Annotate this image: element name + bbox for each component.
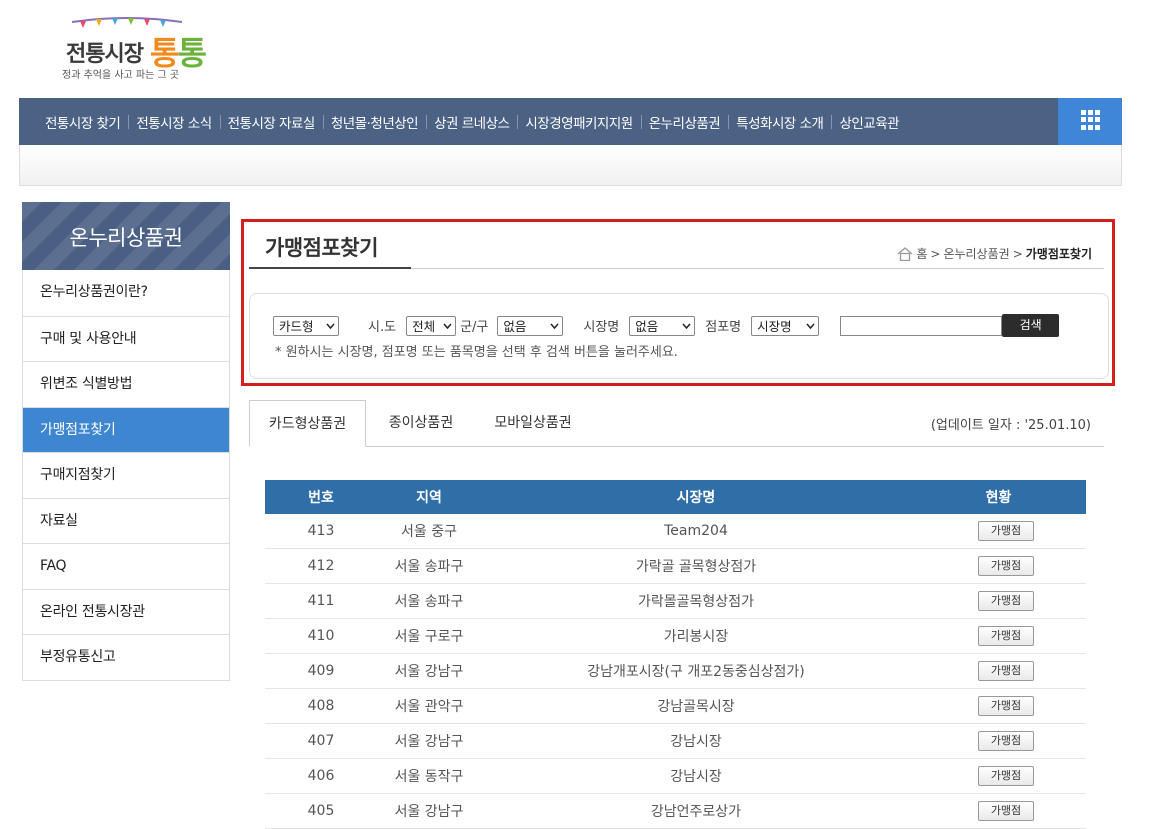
column-header-number: 번호	[308, 490, 334, 506]
cell-number: 407	[307, 733, 335, 749]
cell-region: 서울 구로구	[394, 629, 464, 645]
table-row: 410 서울 구로구 가리봉시장 가맹점	[265, 619, 1086, 654]
side-item-online-market[interactable]: 온라인 전통시장관	[23, 588, 229, 635]
cell-market: 강남골목시장	[657, 699, 735, 715]
cell-region: 서울 강남구	[394, 734, 464, 750]
member-store-button[interactable]: 가맹점	[978, 626, 1034, 646]
gnb-item-market-archive[interactable]: 전통시장 자료실	[219, 112, 323, 132]
table-row: 408 서울 관악구 강남골목시장 가맹점	[265, 689, 1086, 724]
member-store-button[interactable]: 가맹점	[978, 801, 1034, 821]
cell-region: 서울 동작구	[394, 769, 464, 785]
column-header-status: 현황	[985, 490, 1012, 506]
cell-number: 406	[307, 768, 335, 784]
logo-text: 전통시장	[66, 42, 144, 67]
cell-region: 서울 강남구	[394, 804, 464, 820]
side-item-store-search[interactable]: 가맹점포찾기	[23, 406, 229, 452]
cell-region: 서울 강남구	[394, 664, 464, 680]
gnb-item-youth-mall[interactable]: 청년몰·청년상인	[322, 112, 426, 132]
cell-region: 서울 중구	[401, 524, 457, 540]
voucher-tabs: 카드형상품권 종이상품권 모바일상품권 (업데이트 일자 : '25.01.10…	[249, 400, 1104, 447]
member-store-button[interactable]: 가맹점	[978, 731, 1034, 751]
table-row: 411 서울 송파구 가락몰골목형상점가 가맹점	[265, 584, 1086, 619]
cell-region: 서울 관악구	[394, 699, 464, 715]
main-navigation: 전통시장 찾기 전통시장 소식 전통시장 자료실 청년몰·청년상인 상권 르네상…	[19, 98, 1122, 145]
side-item-branch-search[interactable]: 구매지점찾기	[23, 452, 229, 498]
gnb-item-merchant-education[interactable]: 상인교육관	[831, 112, 907, 132]
side-item-counterfeit[interactable]: 위변조 식별방법	[23, 361, 229, 407]
member-store-button[interactable]: 가맹점	[978, 661, 1034, 681]
cell-market: Team204	[664, 523, 728, 539]
cell-market: 강남시장	[670, 734, 722, 750]
cell-market: 가리봉시장	[663, 629, 729, 645]
gnb-item-market-search[interactable]: 전통시장 찾기	[37, 112, 128, 132]
table-row: 409 서울 강남구 강남개포시장(구 개포2동중심상점가) 가맹점	[265, 654, 1086, 689]
cell-number: 413	[307, 523, 335, 539]
cell-region: 서울 송파구	[394, 559, 464, 575]
table-row: 413 서울 중구 Team204 가맹점	[265, 514, 1086, 549]
side-item-about[interactable]: 온누리상품권이란?	[23, 270, 229, 316]
tab-paper-voucher[interactable]: 종이상품권	[371, 400, 471, 447]
column-header-region: 지역	[416, 490, 442, 506]
highlight-box	[241, 219, 1115, 386]
table-row: 412 서울 송파구 가락골 골목형상점가 가맹점	[265, 549, 1086, 584]
member-store-button[interactable]: 가맹점	[978, 521, 1034, 541]
all-menu-button[interactable]	[1058, 98, 1122, 145]
side-item-faq[interactable]: FAQ	[23, 543, 229, 589]
grid-icon	[1081, 110, 1101, 130]
gnb-item-specialized-market[interactable]: 특성화시장 소개	[728, 112, 831, 132]
cell-market: 가락골 골목형상점가	[635, 559, 757, 575]
column-header-market: 시장명	[676, 490, 716, 506]
member-store-button[interactable]: 가맹점	[978, 591, 1034, 611]
side-item-archive[interactable]: 자료실	[23, 497, 229, 544]
table-row: 405 서울 강남구 강남언주로상가 가맹점	[265, 794, 1086, 829]
cell-number: 408	[307, 698, 335, 714]
gnb-item-market-news[interactable]: 전통시장 소식	[128, 112, 219, 132]
gnb-item-management-package[interactable]: 시장경영패키지지원	[517, 112, 640, 132]
logo-slogan: 정과 추억을 사고 파는 그 곳	[62, 70, 180, 81]
cell-number: 412	[307, 558, 335, 574]
gnb-item-onnuri[interactable]: 온누리상품권	[640, 112, 729, 132]
table-header: 번호 지역 시장명 현황	[265, 480, 1086, 514]
cell-market: 강남개포시장(구 개포2동중심상점가)	[587, 664, 805, 680]
table-row: 407 서울 강남구 강남시장 가맹점	[265, 724, 1086, 759]
cell-region: 서울 송파구	[394, 594, 464, 610]
side-item-guide[interactable]: 구매 및 사용안내	[23, 315, 229, 362]
site-logo[interactable]: 전통시장 통통 정과 추억을 사고 파는 그 곳	[62, 14, 212, 84]
table-row: 406 서울 동작구 강남시장 가맹점	[265, 759, 1086, 794]
cell-number: 411	[307, 593, 335, 609]
sub-menu-bar	[19, 145, 1122, 186]
store-table: 번호 지역 시장명 현황 413 서울 중구 Team204 가맹점 412 서…	[265, 480, 1086, 829]
update-date: (업데이트 일자 : '25.01.10)	[930, 418, 1091, 433]
tab-mobile-voucher[interactable]: 모바일상품권	[483, 400, 583, 447]
cell-market: 강남시장	[670, 769, 722, 785]
member-store-button[interactable]: 가맹점	[978, 696, 1034, 716]
cell-market: 가락몰골목형상점가	[638, 594, 754, 610]
gnb-item-renaissance[interactable]: 상권 르네상스	[426, 112, 517, 132]
cell-number: 410	[307, 628, 335, 644]
member-store-button[interactable]: 가맹점	[978, 766, 1034, 786]
cell-market: 강남언주로상가	[650, 804, 742, 820]
tab-card-voucher[interactable]: 카드형상품권	[249, 400, 366, 447]
cell-number: 409	[307, 663, 335, 679]
side-item-report[interactable]: 부정유통신고	[23, 634, 229, 680]
side-nav-title: 온누리상품권	[22, 202, 230, 270]
member-store-button[interactable]: 가맹점	[978, 556, 1034, 576]
side-navigation: 온누리상품권 온누리상품권이란? 구매 및 사용안내 위변조 식별방법 가맹점포…	[22, 202, 230, 681]
